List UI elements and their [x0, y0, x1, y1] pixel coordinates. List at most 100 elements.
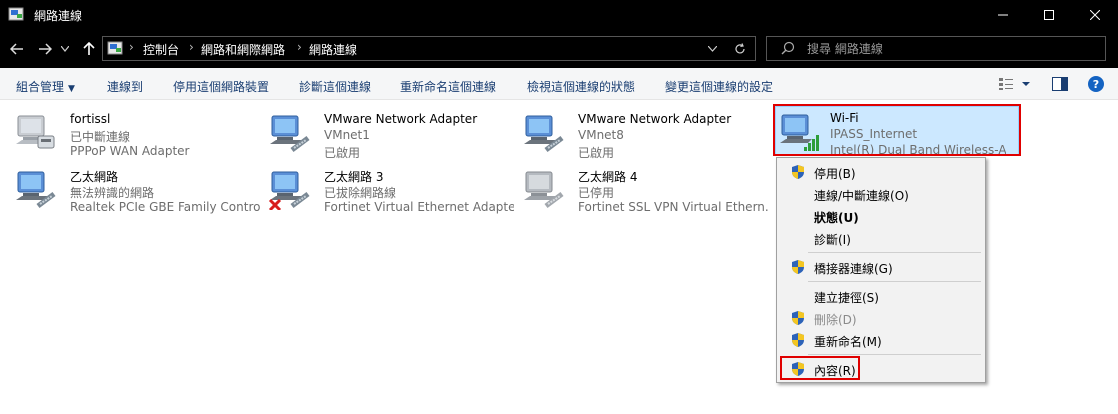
search-box[interactable]	[766, 36, 1106, 61]
menu-separator	[808, 281, 981, 282]
menu-item-delete: 刪除(D)	[779, 307, 983, 329]
menu-label: 刪除(D)	[814, 313, 857, 327]
preview-pane-icon[interactable]	[1052, 77, 1068, 91]
connection-item-vmnet1[interactable]: VMware Network Adapter VMnet1 已啟用	[256, 104, 506, 160]
view-options-icon[interactable]	[998, 77, 1014, 91]
window-title: 網路連線	[34, 9, 83, 23]
highlight-frame	[773, 104, 1021, 156]
close-button[interactable]	[1072, 0, 1118, 30]
connection-status: 已中斷連線	[70, 130, 131, 144]
organize-label: 組合管理	[16, 80, 65, 94]
menu-item-status[interactable]: 狀態(U)	[779, 205, 983, 227]
menu-label: 建立捷徑(S)	[814, 291, 879, 305]
connection-status: 已拔除網路線	[324, 186, 397, 200]
connection-device: 已啟用	[324, 146, 361, 160]
maximize-icon	[1044, 10, 1054, 20]
recent-locations-button[interactable]	[58, 38, 72, 60]
ethernet-connection-icon	[16, 171, 56, 208]
connection-name: 乙太網路 3	[324, 170, 384, 184]
breadcrumb-network-internet[interactable]: 網路和網際網路	[201, 41, 285, 58]
organize-menu[interactable]: 組合管理 ▼	[16, 78, 75, 95]
command-bar: 組合管理 ▼ 連線到 停用這個網路裝置 診斷這個連線 重新命名這個連線 檢視這個連…	[0, 68, 1118, 100]
minimize-icon	[998, 14, 1008, 16]
uac-shield-icon	[792, 333, 804, 347]
uac-shield-icon	[792, 165, 804, 179]
view-dropdown-icon[interactable]	[1021, 77, 1031, 91]
menu-item-connect[interactable]: 連線/中斷連線(O)	[779, 183, 983, 205]
network-folder-icon	[8, 7, 24, 21]
breadcrumb-separator: ›	[189, 40, 194, 54]
menu-item-bridge[interactable]: 橋接器連線(G)	[779, 256, 983, 278]
control-panel-icon	[107, 41, 123, 55]
connection-device: Fortinet Virtual Ethernet Adapte...	[324, 200, 514, 214]
address-bar[interactable]: › 控制台 › 網路和網際網路 › 網路連線	[102, 36, 756, 61]
menu-separator	[808, 252, 981, 253]
ethernet-connection-icon	[524, 115, 564, 152]
arrow-left-icon	[10, 43, 23, 55]
connect-to-button[interactable]: 連線到	[107, 78, 143, 95]
breadcrumb-network-connections[interactable]: 網路連線	[309, 41, 357, 58]
title-bar: 網路連線	[0, 0, 1118, 30]
connection-name: fortissl	[70, 112, 111, 126]
connection-item-vmnet8[interactable]: VMware Network Adapter VMnet8 已啟用	[510, 104, 760, 160]
help-icon[interactable]: ?	[1088, 76, 1104, 92]
arrow-up-icon	[83, 42, 95, 55]
ethernet-disabled-icon	[524, 171, 564, 208]
menu-label: 連線/中斷連線(O)	[814, 189, 909, 203]
view-status-button[interactable]: 檢視這個連線的狀態	[527, 78, 635, 95]
connection-name: VMware Network Adapter	[324, 112, 478, 126]
address-dropdown-button[interactable]	[701, 39, 723, 59]
diagnose-connection-button[interactable]: 診斷這個連線	[299, 78, 371, 95]
connection-status: 已停用	[578, 186, 615, 200]
connection-device: Realtek PCIe GBE Family Contro...	[70, 200, 260, 214]
disable-device-button[interactable]: 停用這個網路裝置	[173, 78, 269, 95]
menu-label: 狀態(U)	[814, 211, 859, 225]
caret-down-icon: ▼	[68, 84, 75, 94]
rename-connection-button[interactable]: 重新命名這個連線	[400, 78, 496, 95]
connection-device: Fortinet SSL VPN Virtual Ethern...	[578, 200, 768, 214]
connection-status: VMnet8	[578, 128, 624, 142]
up-button[interactable]	[78, 38, 100, 60]
arrow-right-icon	[39, 43, 52, 55]
connection-status: 無法辨識的網路	[70, 186, 155, 200]
minimize-button[interactable]	[980, 0, 1026, 30]
uac-shield-icon	[792, 311, 804, 325]
connection-item-ethernet-3[interactable]: 乙太網路 3 已拔除網路線 Fortinet Virtual Ethernet …	[256, 160, 514, 214]
connection-item-ethernet-4[interactable]: 乙太網路 4 已停用 Fortinet SSL VPN Virtual Ethe…	[510, 160, 768, 214]
breadcrumb-separator: ›	[129, 40, 134, 54]
breadcrumb-separator: ›	[297, 40, 302, 54]
menu-label: 停用(B)	[814, 167, 856, 181]
chevron-down-icon	[61, 46, 69, 52]
search-icon	[781, 41, 795, 55]
connection-name: VMware Network Adapter	[578, 112, 732, 126]
connection-name: 乙太網路 4	[578, 170, 638, 184]
menu-item-rename[interactable]: 重新命名(M)	[779, 329, 983, 351]
forward-button[interactable]	[34, 38, 56, 60]
connection-item-fortissl[interactable]: fortissl 已中斷連線 PPPoP WAN Adapter	[2, 104, 252, 158]
connection-device: 已啟用	[578, 146, 615, 160]
menu-item-shortcut[interactable]: 建立捷徑(S)	[779, 285, 983, 307]
refresh-button[interactable]	[729, 39, 751, 59]
menu-label: 橋接器連線(G)	[814, 262, 893, 276]
ethernet-connection-icon	[270, 115, 310, 152]
highlight-frame	[780, 356, 860, 380]
context-menu: 停用(B) 連線/中斷連線(O) 狀態(U) 診斷(I) 橋接器連線(G) 建立…	[776, 157, 986, 383]
ethernet-unplugged-icon	[268, 171, 310, 210]
dialup-connection-icon	[16, 115, 55, 149]
back-button[interactable]	[6, 38, 28, 60]
change-settings-button[interactable]: 變更這個連線的設定	[665, 78, 773, 95]
refresh-icon	[735, 43, 745, 54]
connection-name: 乙太網路	[70, 170, 119, 184]
menu-separator	[808, 354, 981, 355]
connection-status: VMnet1	[324, 128, 370, 142]
breadcrumb-control-panel[interactable]: 控制台	[143, 41, 179, 58]
menu-label: 重新命名(M)	[814, 335, 882, 349]
menu-item-disable[interactable]: 停用(B)	[779, 161, 983, 183]
maximize-button[interactable]	[1026, 0, 1072, 30]
close-icon	[1090, 10, 1100, 20]
search-input[interactable]	[807, 40, 1087, 57]
menu-item-diagnose[interactable]: 診斷(I)	[779, 227, 983, 249]
connection-device: PPPoP WAN Adapter	[70, 144, 190, 158]
menu-label: 診斷(I)	[814, 233, 851, 247]
connection-item-ethernet[interactable]: 乙太網路 無法辨識的網路 Realtek PCIe GBE Family Con…	[2, 160, 260, 214]
